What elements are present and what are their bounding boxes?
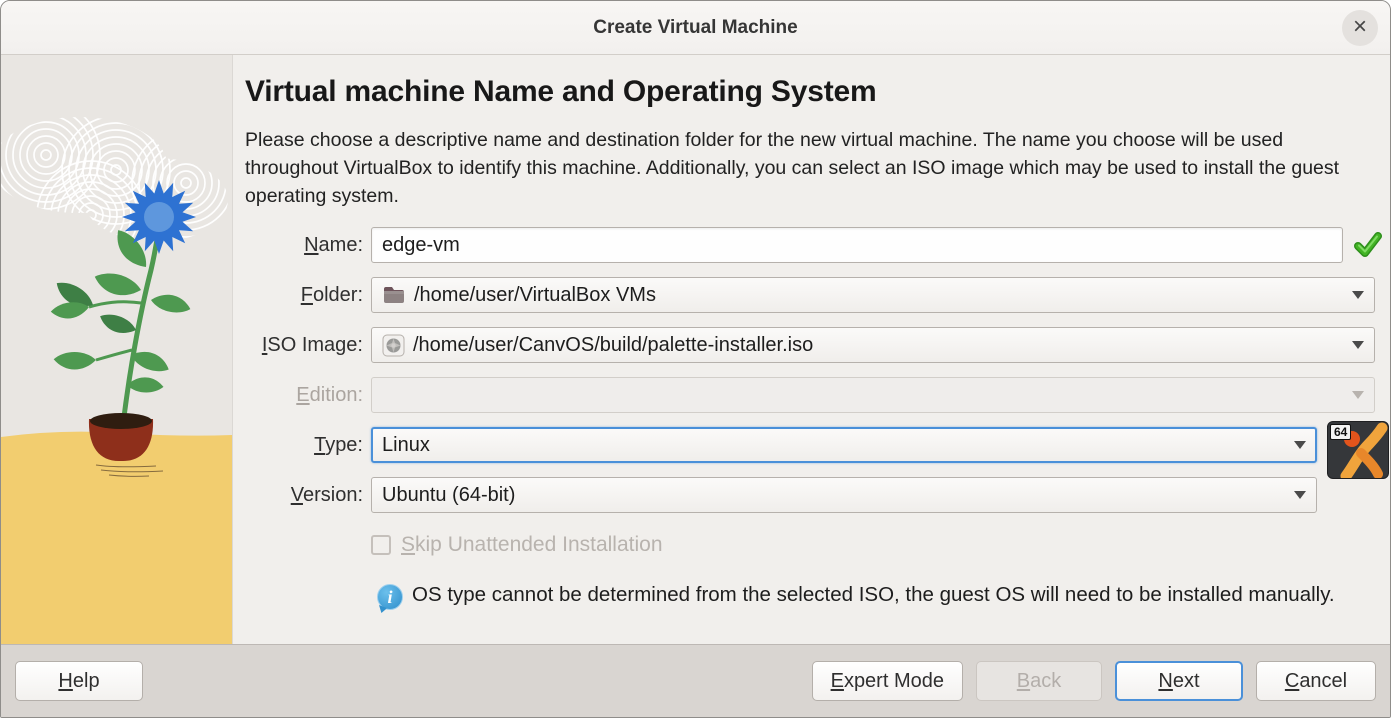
sand-ground [1,432,232,646]
os-64bit-badge: 64 [1330,424,1351,440]
iso-value: /home/user/CanvOS/build/palette-installe… [413,334,813,357]
plant-illustration [1,55,232,646]
iso-label: ISO Image: [245,334,363,357]
vm-form: Name: Folder: [245,227,1390,513]
window-title: Create Virtual Machine [593,17,798,39]
skip-unattended-row: Skip Unattended Installation [371,533,1390,557]
version-combo[interactable]: Ubuntu (64-bit) [371,477,1317,513]
version-value: Ubuntu (64-bit) [382,484,515,507]
optical-disc-icon [382,334,405,357]
type-label: Type: [245,434,363,457]
help-button[interactable]: Help [15,661,143,701]
valid-check-icon [1354,232,1382,258]
folder-combo[interactable]: /home/user/VirtualBox VMs [371,277,1375,313]
sidebar-illustration [1,55,233,644]
folder-icon [382,285,406,305]
expert-mode-button[interactable]: Expert Mode [812,661,963,701]
dropdown-arrow-icon [1352,391,1364,399]
name-row: Name: [245,227,1390,263]
dropdown-arrow-icon [1352,291,1364,299]
create-vm-dialog: Create Virtual Machine × [0,0,1391,718]
skip-unattended-checkbox [371,535,391,555]
titlebar: Create Virtual Machine × [1,1,1390,55]
version-row: Version: Ubuntu (64-bit) [245,477,1390,513]
back-button: Back [976,661,1102,701]
close-button[interactable]: × [1342,10,1378,46]
dropdown-arrow-icon [1294,441,1306,449]
version-label: Version: [245,484,363,507]
cancel-button[interactable]: Cancel [1256,661,1376,701]
type-value: Linux [382,434,430,457]
name-input[interactable] [371,227,1343,263]
folder-label: Folder: [245,284,363,307]
button-bar: Help Expert Mode Back Next Cancel [1,644,1390,717]
close-icon: × [1353,15,1367,39]
dropdown-arrow-icon [1294,491,1306,499]
edition-combo [371,377,1375,413]
info-icon: i [377,584,403,610]
edition-row: Edition: [245,377,1390,413]
page-title: Virtual machine Name and Operating Syste… [245,75,1390,109]
folder-row: Folder: /home/user/VirtualBox VMs [245,277,1390,313]
info-message: OS type cannot be determined from the se… [412,581,1335,609]
name-label: Name: [245,234,363,257]
folder-value: /home/user/VirtualBox VMs [414,284,656,307]
edition-label: Edition: [245,384,363,407]
flower-center [144,202,174,232]
page-description: Please choose a descriptive name and des… [245,126,1370,210]
next-button[interactable]: Next [1115,661,1243,701]
type-row: Type: Linux 64 [245,427,1390,463]
wizard-page: Virtual machine Name and Operating Syste… [233,55,1390,644]
type-combo[interactable]: Linux [371,427,1317,463]
os-type-icon: 64 [1327,421,1389,479]
iso-combo[interactable]: /home/user/CanvOS/build/palette-installe… [371,327,1375,363]
info-message-row: i OS type cannot be determined from the … [377,581,1337,610]
dropdown-arrow-icon [1352,341,1364,349]
iso-row: ISO Image: /home/user/CanvOS/build/palet… [245,327,1390,363]
skip-unattended-label: Skip Unattended Installation [401,533,663,557]
